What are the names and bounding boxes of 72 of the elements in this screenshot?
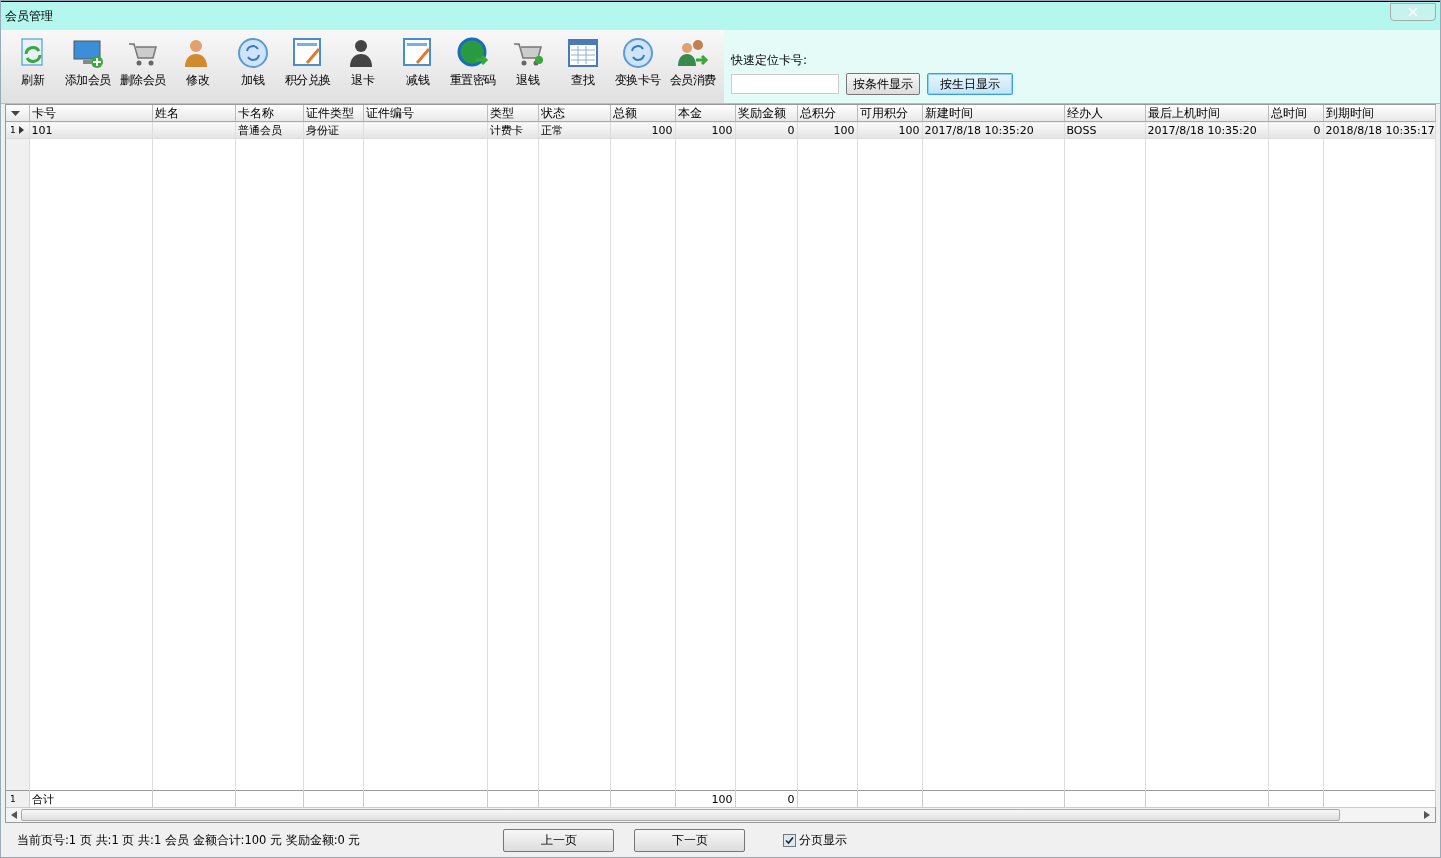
- table-cell: 0: [787, 123, 795, 137]
- column-header[interactable]: 类型: [487, 105, 538, 122]
- filter-button[interactable]: 按生日显示: [927, 73, 1013, 95]
- column-header[interactable]: 总时间: [1268, 105, 1323, 122]
- total-cell: 合计: [31, 792, 54, 806]
- toolbar-button[interactable]: 积分兑换: [280, 34, 335, 89]
- table-cell: 2017/8/18 10:35:20: [924, 123, 1034, 137]
- table-row[interactable]: 1 101 普通会员 身份证 计费卡 正常 100 100 0 100 100 2017/8/18 10:35:20 BOSS 2017/8/18 10:35:20 0 2018/8/18 10:35:17: [6, 121, 1435, 139]
- table-cell: 正常: [540, 123, 563, 137]
- circle-icon: [620, 36, 655, 70]
- table-cell: 0: [1313, 123, 1321, 137]
- column-header[interactable]: 最后上机时间: [1145, 105, 1268, 122]
- toolbar-button[interactable]: 刷新: [5, 34, 60, 89]
- toolbar-button[interactable]: 修改: [170, 34, 225, 89]
- column-header[interactable]: 姓名: [152, 105, 235, 122]
- status-text: 当前页号:1 页 共:1 页 共:1 会员 金额合计:100 元 奖励金额:0 元: [17, 832, 362, 848]
- checkbox-label: 分页显示: [799, 831, 847, 849]
- toolbar-button[interactable]: 加钱: [225, 34, 280, 89]
- table-cell: 100: [651, 123, 673, 137]
- previous-page-button[interactable]: 上一页: [503, 828, 614, 852]
- column-header[interactable]: 卡名称: [235, 105, 303, 122]
- checkbox[interactable]: [783, 833, 796, 847]
- toolbar-button[interactable]: 减钱: [390, 34, 445, 89]
- table-cell: 2018/8/18 10:35:17: [1325, 123, 1434, 137]
- toolbar-button[interactable]: 删除会员: [115, 34, 170, 89]
- column-header[interactable]: 到期时间: [1323, 105, 1435, 122]
- toolbar-button[interactable]: 变换卡号: [610, 34, 665, 89]
- card-number-field[interactable]: [731, 74, 839, 94]
- column-header[interactable]: 总积分: [797, 105, 857, 122]
- table-cell: 2017/8/18 10:35:20: [1147, 123, 1257, 137]
- toolbar-button[interactable]: 退卡: [335, 34, 390, 89]
- grid-icon: [565, 36, 600, 70]
- toolbar-button[interactable]: 会员消费: [665, 34, 720, 89]
- total-cell: 0: [787, 792, 795, 806]
- current-row-icon: [18, 126, 24, 134]
- close-icon: [1408, 7, 1418, 17]
- dropdown-caret-icon: [11, 110, 20, 116]
- table-cell: 100: [711, 123, 733, 137]
- table-cell: 计费卡: [489, 123, 523, 137]
- column-header[interactable]: 总额: [610, 105, 675, 122]
- column-header[interactable]: 卡号: [29, 105, 152, 122]
- column-header[interactable]: 状态: [538, 105, 610, 122]
- column-header[interactable]: 证件编号: [363, 105, 487, 122]
- filter-button[interactable]: 按条件显示: [846, 73, 920, 95]
- column-header[interactable]: 可用积分: [857, 105, 922, 122]
- table-cell: 普通会员: [237, 123, 282, 137]
- table-cell: 100: [833, 123, 855, 137]
- table-cell: BOSS: [1066, 123, 1097, 137]
- table-cell: 身份证: [305, 123, 339, 137]
- column-header[interactable]: 经办人: [1064, 105, 1145, 122]
- column-header[interactable]: 奖励金额: [735, 105, 797, 122]
- column-header[interactable]: 证件类型: [303, 105, 363, 122]
- scroll-left-icon[interactable]: [11, 811, 17, 819]
- toolbar-button[interactable]: 添加会员: [60, 34, 115, 89]
- total-cell: 100: [711, 792, 733, 806]
- row-number: 1: [9, 794, 16, 804]
- row-number: 1: [9, 125, 16, 135]
- horizontal-scrollbar[interactable]: [6, 807, 1435, 822]
- circle-icon: [235, 36, 270, 70]
- column-header[interactable]: 新建时间: [922, 105, 1064, 122]
- toolbar-button[interactable]: 退钱: [500, 34, 555, 89]
- next-page-button[interactable]: 下一页: [634, 828, 745, 852]
- table-cell: 101: [31, 123, 53, 137]
- column-header[interactable]: 本金: [675, 105, 735, 122]
- toolbar-button[interactable]: 查找: [555, 34, 610, 89]
- close-button[interactable]: [1390, 3, 1436, 21]
- quick-locate-label: 快速定位卡号:: [731, 52, 809, 69]
- table-cell: 100: [898, 123, 920, 137]
- window-title: 会员管理: [5, 7, 53, 25]
- scroll-right-icon[interactable]: [1424, 811, 1430, 819]
- scrollbar-thumb[interactable]: [21, 809, 1340, 821]
- toolbar-button[interactable]: 重置密码: [445, 34, 500, 89]
